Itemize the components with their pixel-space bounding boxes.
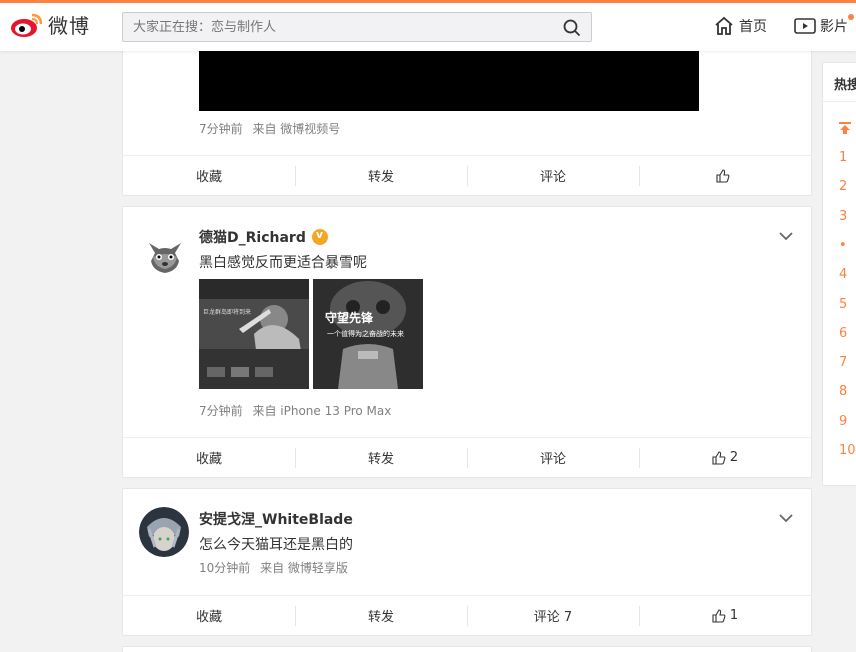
nav-video-label: 影片	[820, 19, 848, 35]
repost-label: 转发	[367, 170, 394, 185]
hot-search-rank[interactable]: 4	[839, 267, 847, 282]
image-overlay-subtitle: 一个值得为之奋战的未来	[327, 330, 404, 338]
favorite-label: 收藏	[195, 170, 222, 185]
hot-search-rank[interactable]: 8	[839, 384, 847, 399]
image-caption: 巨龙群岛即将到来	[203, 309, 252, 316]
weibo-logo[interactable]: 微博	[10, 10, 90, 39]
image-overlay-title: 守望先锋	[325, 311, 374, 325]
search-icon[interactable]	[563, 19, 581, 37]
hot-search-rank[interactable]: 9	[839, 414, 847, 429]
weibo-logo-icon	[11, 13, 43, 37]
chevron-down-icon[interactable]	[779, 231, 793, 241]
repost-label: 转发	[367, 452, 394, 467]
hot-search-rank[interactable]: 1	[839, 150, 847, 165]
post-actions: 收藏 转发 评论	[123, 155, 811, 195]
like-button[interactable]: 2	[639, 438, 811, 478]
favorite-button[interactable]: 收藏	[123, 156, 295, 196]
verified-badge-icon	[311, 228, 328, 245]
post-meta: 10分钟前 来自 微博轻享版	[199, 559, 348, 576]
nav-home-label: 首页	[739, 19, 767, 35]
post-author[interactable]: 安提戈涅_WhiteBlade	[199, 509, 353, 529]
post-time[interactable]: 7分钟前	[199, 122, 243, 136]
avatar[interactable]	[139, 227, 191, 279]
nav-video[interactable]: 影片	[794, 14, 854, 36]
notification-dot	[848, 14, 854, 20]
favorite-label: 收藏	[195, 610, 222, 625]
logo-text: 微博	[48, 14, 90, 38]
post-image[interactable]: 巨龙群岛即将到来	[199, 279, 309, 389]
pin-top-icon	[839, 122, 851, 134]
feed-post: 安提戈涅_WhiteBlade 怎么今天猫耳还是黑白的 10分钟前 来自 微博轻…	[122, 488, 812, 636]
like-count: 2	[729, 450, 739, 465]
home-icon	[715, 16, 733, 35]
post-source[interactable]: 来自 微博视频号	[252, 122, 340, 136]
comment-button[interactable]: 评论	[467, 156, 639, 196]
hot-search-panel: 热搜 1 2 3 • 4 5 6 7 8 9 10	[822, 62, 856, 486]
post-image[interactable]: 守望先锋 一个值得为之奋战的未来	[313, 279, 423, 389]
favorite-button[interactable]: 收藏	[123, 596, 295, 636]
avatar[interactable]	[139, 507, 189, 557]
feed-post: 德猫D_Richard 黑白感觉反而更适合暴雪呢 巨龙群岛即将到来 守	[122, 206, 812, 478]
post-meta: 7分钟前 来自 iPhone 13 Pro Max	[199, 402, 391, 419]
post-text: 黑白感觉反而更适合暴雪呢	[199, 255, 367, 271]
post-time[interactable]: 10分钟前	[199, 561, 250, 575]
hot-search-rank[interactable]: 6	[839, 326, 847, 341]
comment-label: 评论 7	[533, 610, 573, 625]
post-author[interactable]: 德猫D_Richard	[199, 227, 328, 247]
image-warrior	[199, 279, 309, 389]
thumbs-up-icon	[716, 168, 730, 183]
anime-avatar-icon	[139, 507, 189, 557]
post-actions: 收藏 转发 评论 2	[123, 437, 811, 477]
repost-button[interactable]: 转发	[295, 596, 467, 636]
hot-search-title: 热搜	[834, 78, 856, 93]
repost-label: 转发	[367, 610, 394, 625]
repost-button[interactable]: 转发	[295, 438, 467, 478]
post-actions: 收藏 转发 评论 7 1	[123, 595, 811, 635]
like-count: 1	[729, 608, 739, 623]
video-icon	[794, 18, 816, 34]
feed-post	[122, 646, 812, 652]
comment-button[interactable]: 评论	[467, 438, 639, 478]
nav-home[interactable]: 首页	[714, 16, 767, 36]
chevron-down-icon[interactable]	[779, 513, 793, 523]
comment-label: 评论	[539, 170, 566, 185]
top-bar: 微博 首页 影片	[0, 0, 856, 51]
comment-button[interactable]: 评论 7	[467, 596, 639, 636]
thumbs-up-icon	[712, 608, 726, 623]
post-meta: 7分钟前 来自 微博视频号	[199, 120, 340, 137]
comment-label: 评论	[539, 452, 566, 467]
post-source[interactable]: 来自 iPhone 13 Pro Max	[252, 404, 391, 418]
search-input[interactable]	[123, 13, 543, 41]
divider	[823, 101, 856, 102]
hot-search-rank[interactable]: 10	[839, 443, 856, 458]
repost-button[interactable]: 转发	[295, 156, 467, 196]
hot-search-rank[interactable]: 3	[839, 209, 847, 224]
search-box[interactable]	[122, 12, 592, 42]
post-time[interactable]: 7分钟前	[199, 404, 243, 418]
video-player[interactable]	[199, 51, 699, 111]
favorite-button[interactable]: 收藏	[123, 438, 295, 478]
hot-search-rank[interactable]: •	[839, 238, 847, 253]
favorite-label: 收藏	[195, 452, 222, 467]
feed-post: 7分钟前 来自 微博视频号 收藏 转发 评论	[122, 40, 812, 196]
hot-search-rank[interactable]: 7	[839, 355, 847, 370]
post-text: 怎么今天猫耳还是黑白的	[199, 537, 353, 553]
like-button[interactable]: 1	[639, 596, 811, 636]
like-button[interactable]	[639, 156, 811, 196]
author-name: 安提戈涅_WhiteBlade	[199, 512, 353, 528]
hot-search-rank[interactable]: 5	[839, 297, 847, 312]
cat-avatar-icon	[139, 227, 191, 279]
post-source[interactable]: 来自 微博轻享版	[260, 561, 348, 575]
hot-search-rank[interactable]: 2	[839, 179, 847, 194]
thumbs-up-icon	[712, 450, 726, 465]
author-name: 德猫D_Richard	[199, 230, 306, 246]
